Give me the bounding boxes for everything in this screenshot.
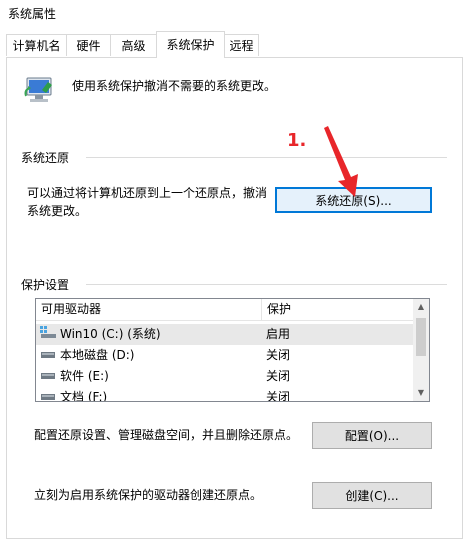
drive-protection-status: 启用	[266, 327, 291, 341]
system-protection-icon	[22, 74, 56, 108]
scroll-down-icon[interactable]: ▼	[413, 385, 429, 401]
restore-description-line2: 系统更改。	[27, 204, 88, 218]
section-title-system-restore: 系统还原	[21, 151, 70, 165]
intro-text: 使用系统保护撤消不需要的系统更改。	[72, 79, 277, 93]
section-title-protection-settings: 保护设置	[21, 278, 70, 292]
drive-protection-status: 关闭	[266, 348, 291, 362]
tab-computer-name[interactable]: 计算机名	[6, 34, 67, 56]
scrollbar-thumb[interactable]	[416, 318, 426, 356]
restore-description: 可以通过将计算机还原到上一个还原点，撤消 系统更改。	[27, 184, 267, 220]
tab-hardware[interactable]: 硬件	[66, 34, 111, 56]
drive-protection-status: 关闭	[266, 390, 291, 402]
annotation-number: 1.	[287, 130, 307, 151]
drive-name: 本地磁盘 (D:)	[60, 348, 135, 362]
scroll-up-icon[interactable]: ▲	[413, 299, 429, 315]
vertical-scrollbar[interactable]: ▲ ▼	[413, 299, 429, 401]
list-item-drive-d[interactable]: 本地磁盘 (D:) 关闭	[36, 345, 413, 366]
list-header: 可用驱动器 保护	[36, 299, 413, 321]
column-header-drive[interactable]: 可用驱动器	[36, 299, 261, 320]
configure-button[interactable]: 配置(O)...	[312, 422, 432, 449]
tab-remote[interactable]: 远程	[224, 34, 259, 56]
list-item-drive-f[interactable]: 文档 (F:) 关闭	[36, 387, 413, 402]
tab-system-protection[interactable]: 系统保护	[156, 31, 225, 58]
divider	[86, 157, 447, 158]
drive-name: Win10 (C:) (系统)	[60, 327, 161, 341]
tab-advanced[interactable]: 高级	[110, 34, 157, 56]
list-item-drive-c[interactable]: Win10 (C:) (系统) 启用	[36, 324, 413, 345]
title-bar: 系统属性	[0, 0, 472, 26]
drives-list[interactable]: 可用驱动器 保护 Win10 (C:) (系统) 启用 本地磁盘 (D:) 关闭	[35, 298, 430, 402]
drive-name: 软件 (E:)	[60, 369, 109, 383]
config-description: 配置还原设置、管理磁盘空间，并且删除还原点。	[34, 428, 299, 442]
column-header-protection[interactable]: 保护	[262, 299, 412, 320]
drive-icon	[40, 345, 56, 366]
divider	[86, 284, 447, 285]
system-drive-icon	[40, 324, 56, 345]
drive-icon	[40, 387, 56, 401]
drive-name: 文档 (F:)	[60, 390, 108, 402]
list-item-drive-e[interactable]: 软件 (E:) 关闭	[36, 366, 413, 387]
drive-icon	[40, 366, 56, 387]
annotation-arrow-icon	[318, 122, 368, 202]
create-description: 立刻为启用系统保护的驱动器创建还原点。	[34, 488, 263, 502]
restore-description-line1: 可以通过将计算机还原到上一个还原点，撤消	[27, 186, 268, 200]
create-button[interactable]: 创建(C)...	[312, 482, 432, 509]
drive-protection-status: 关闭	[266, 369, 291, 383]
window-title: 系统属性	[8, 7, 57, 21]
